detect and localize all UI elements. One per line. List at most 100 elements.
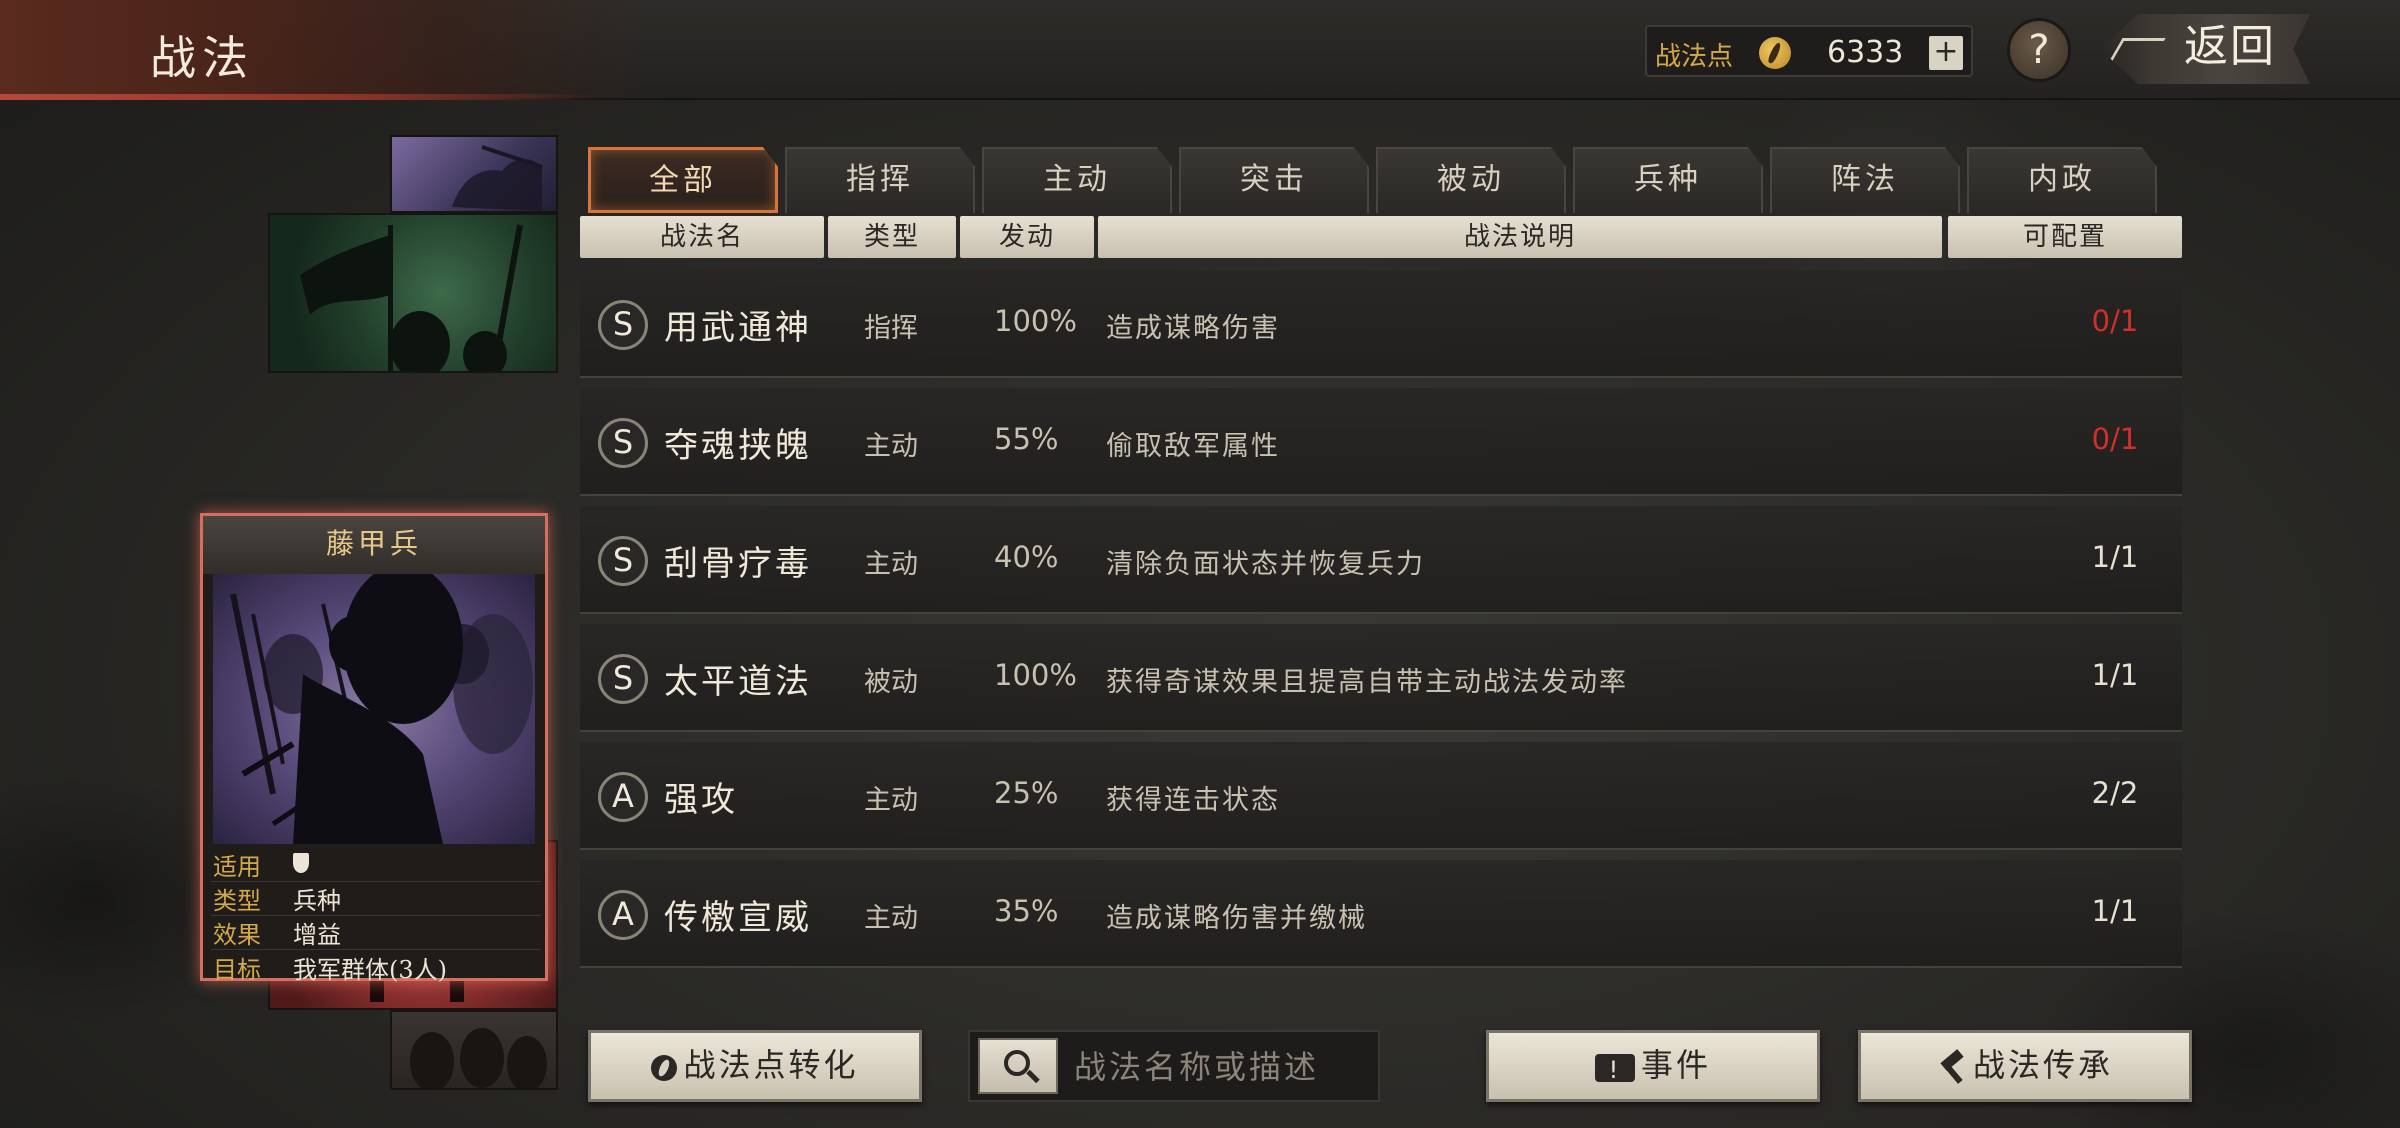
tab-formation[interactable]: 阵法	[1770, 147, 1960, 213]
search-button[interactable]	[978, 1038, 1058, 1094]
troop-art	[213, 574, 535, 844]
event-icon	[1594, 1038, 1635, 1102]
skill-list[interactable]: S 用武通神 指挥 100% 造成谋略伤害 0/1 S 夺魂挟魄 主动 55% …	[580, 270, 2182, 1010]
header-configurable[interactable]: 可配置	[1948, 216, 2182, 258]
stat-value: 兵种	[293, 887, 341, 915]
table-header: 战法名 类型 发动 战法说明 可配置	[580, 216, 2182, 258]
header-type[interactable]: 类型	[828, 216, 956, 258]
stat-key: 适用	[213, 853, 261, 881]
top-bar: 战法 战法点 6333 + ? 返回	[0, 0, 2400, 100]
table-row[interactable]: A 强攻 主动 25% 获得连击状态 2/2	[580, 742, 2182, 850]
stat-value	[293, 851, 309, 879]
troop-strip-green[interactable]	[268, 213, 558, 379]
stat-value: 增益	[293, 921, 341, 949]
skill-type: 指挥	[864, 313, 918, 344]
skill-description: 造成谋略伤害	[1106, 313, 1280, 344]
troop-silhouette	[452, 145, 543, 211]
tab-passive[interactable]: 被动	[1376, 147, 1566, 213]
tab-troop[interactable]: 兵种	[1573, 147, 1763, 213]
search-input[interactable]	[1074, 1044, 1370, 1090]
shield-icon	[293, 852, 309, 873]
stat-row-effect: 效果 增益	[211, 916, 541, 950]
table-row[interactable]: S 夺魂挟魄 主动 55% 偷取敌军属性 0/1	[580, 388, 2182, 496]
war-points-display: 战法点 6333 +	[1645, 25, 1973, 77]
tab-all[interactable]: 全部	[588, 147, 778, 213]
event-label: 事件	[1640, 1046, 1711, 1084]
skill-type: 主动	[864, 903, 918, 934]
header-description: 战法说明	[1098, 216, 1942, 258]
title-plate	[0, 0, 640, 100]
troop-silhouette-bottom	[410, 1028, 547, 1092]
page-title: 战法	[150, 31, 254, 85]
troop-strip-top[interactable]	[390, 135, 558, 213]
category-tabs: 全部 指挥 主动 突击 被动 兵种 阵法 内政	[588, 147, 2168, 213]
war-method-point-icon	[1759, 37, 1791, 69]
tab-active[interactable]: 主动	[982, 147, 1172, 213]
skill-name: 夺魂挟魄	[664, 426, 812, 466]
skill-name: 太平道法	[664, 662, 812, 702]
selected-troop-card[interactable]: 藤甲兵 适用 类型 兵种 效果 增益 目标 我军群体(3人)	[200, 513, 548, 984]
skill-rate: 25%	[994, 776, 1059, 810]
tab-assault[interactable]: 突击	[1179, 147, 1369, 213]
header-trigger[interactable]: 发动	[960, 216, 1094, 258]
skill-rate: 100%	[994, 658, 1077, 692]
tab-internal[interactable]: 内政	[1967, 147, 2157, 213]
table-row[interactable]: S 用武通神 指挥 100% 造成谋略伤害 0/1	[580, 270, 2182, 378]
tab-command[interactable]: 指挥	[785, 147, 975, 213]
skill-type: 被动	[864, 667, 918, 698]
back-label: 返回	[2184, 21, 2276, 72]
grade-badge: S	[598, 418, 648, 468]
grade-badge: S	[598, 300, 648, 350]
stat-key: 效果	[213, 921, 261, 949]
skill-rate: 40%	[994, 540, 1059, 574]
event-button[interactable]: 事件	[1486, 1030, 1820, 1102]
war-points-value: 6333	[1827, 35, 1904, 70]
skill-config-count: 1/1	[2091, 894, 2139, 928]
skill-rate: 35%	[994, 894, 1059, 928]
grade-badge: S	[598, 536, 648, 586]
grade-badge: A	[598, 890, 648, 940]
banner-silhouette	[300, 224, 523, 379]
convert-points-label: 战法点转化	[683, 1046, 859, 1084]
stat-key: 目标	[213, 955, 261, 984]
skill-config-count: 1/1	[2091, 540, 2139, 574]
skill-description: 造成谋略伤害并缴械	[1106, 903, 1367, 934]
skill-description: 清除负面状态并恢复兵力	[1106, 549, 1425, 580]
grade-badge: S	[598, 654, 648, 704]
skill-rate: 100%	[994, 304, 1077, 338]
skill-config-count: 0/1	[2091, 304, 2139, 338]
inherit-button[interactable]: 战法传承	[1858, 1030, 2192, 1102]
stat-row-type: 类型 兵种	[211, 882, 541, 916]
inherit-label: 战法传承	[1972, 1046, 2113, 1084]
troop-strip-bottom[interactable]	[390, 1010, 558, 1092]
skill-name: 强攻	[664, 780, 738, 820]
skill-name: 刮骨疗毒	[664, 544, 812, 584]
skill-name: 用武通神	[664, 308, 812, 348]
back-button[interactable]: 返回	[2100, 14, 2310, 84]
skill-config-count: 0/1	[2091, 422, 2139, 456]
add-points-button[interactable]: +	[1929, 36, 1963, 70]
grade-badge: A	[598, 772, 648, 822]
skill-config-count: 2/2	[2091, 776, 2139, 810]
help-icon: ?	[2028, 27, 2050, 73]
stat-value: 我军群体(3人)	[293, 955, 447, 984]
header-name[interactable]: 战法名	[580, 216, 824, 258]
table-row[interactable]: A 传檄宣威 主动 35% 造成谋略伤害并缴械 1/1	[580, 860, 2182, 968]
table-row[interactable]: S 刮骨疗毒 主动 40% 清除负面状态并恢复兵力 1/1	[580, 506, 2182, 614]
convert-points-button[interactable]: 战法点转化	[588, 1030, 922, 1102]
magnifier-handle	[1026, 1069, 1040, 1084]
table-row[interactable]: S 太平道法 被动 100% 获得奇谋效果且提高自带主动战法发动率 1/1	[580, 624, 2182, 732]
skill-config-count: 1/1	[2091, 658, 2139, 692]
help-button[interactable]: ?	[2007, 18, 2071, 82]
stat-row-applicable: 适用	[211, 848, 541, 882]
skill-type: 主动	[864, 785, 918, 816]
skill-name: 传檄宣威	[664, 898, 812, 938]
skill-rate: 55%	[994, 422, 1059, 456]
skill-description: 获得连击状态	[1106, 785, 1280, 816]
stat-key: 类型	[213, 887, 261, 915]
skill-description: 偷取敌军属性	[1106, 431, 1280, 462]
troop-type-list: 藤甲兵 适用 类型 兵种 效果 增益 目标 我军群体(3人)	[200, 135, 568, 1092]
stat-row-target: 目标 我军群体(3人)	[211, 950, 541, 984]
rattan-armor-soldiers-silhouette	[230, 574, 533, 844]
skill-description: 获得奇谋效果且提高自带主动战法发动率	[1106, 667, 1628, 698]
